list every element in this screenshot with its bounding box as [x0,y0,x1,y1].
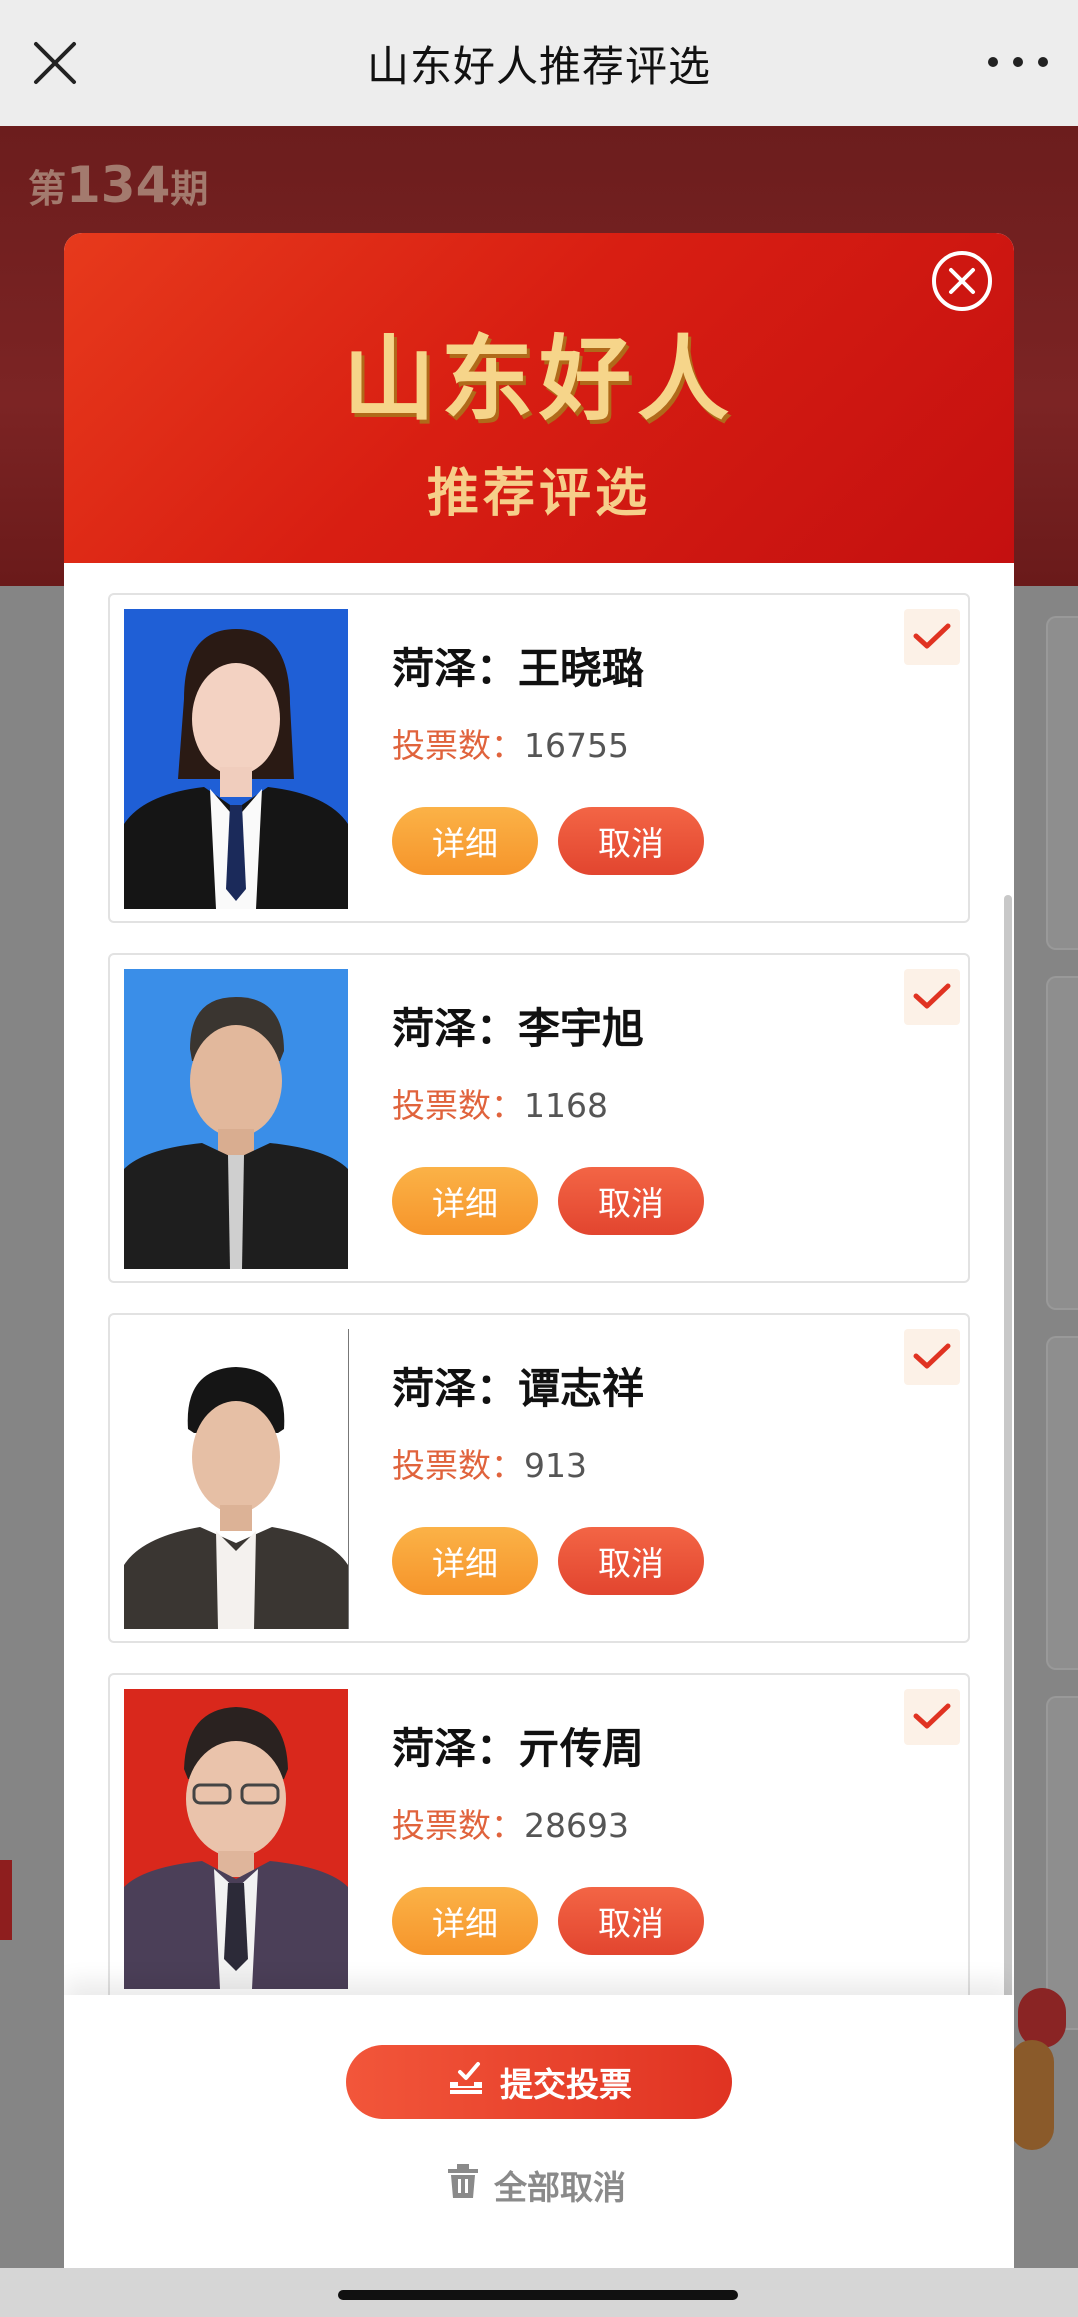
vote-count: 投票数：913 [392,1446,587,1485]
vote-icon [446,2060,486,2104]
scrollbar[interactable] [1004,895,1012,2015]
cancel-button[interactable]: 取消 [558,1887,704,1955]
detail-button[interactable]: 详细 [392,1167,538,1235]
vote-count: 投票数：28693 [392,1806,629,1845]
vote-modal: 山东好人 推荐评选 菏泽：王晓璐 投票数：16755 详细 取消 菏泽：李宇旭 … [64,233,1014,2268]
candidate-name: 菏泽：李宇旭 [392,1004,645,1053]
background-tab [0,1860,12,1940]
modal-footer: 提交投票 全部取消 [64,1995,1014,2268]
more-dots-icon[interactable] [988,40,1048,84]
checkmark-icon[interactable] [904,1329,960,1385]
candidate-card: 菏泽：谭志祥 投票数：913 详细 取消 [108,1313,970,1643]
detail-button[interactable]: 详细 [392,1887,538,1955]
clear-label: 全部取消 [494,2168,626,2207]
checkmark-icon[interactable] [904,609,960,665]
candidate-photo [124,609,348,909]
cancel-button[interactable]: 取消 [558,807,704,875]
submit-vote-button[interactable]: 提交投票 [346,2045,732,2119]
close-icon[interactable] [28,38,84,88]
vote-count: 投票数：16755 [392,726,629,765]
submit-label: 提交投票 [500,2065,632,2104]
candidate-name: 菏泽：亓传周 [392,1724,645,1773]
background-badge [1018,1988,1066,2048]
candidate-card: 菏泽：王晓璐 投票数：16755 详细 取消 [108,593,970,923]
trash-icon [446,2163,480,2207]
modal-subtitle: 推荐评选 [426,464,651,524]
cancel-button[interactable]: 取消 [558,1167,704,1235]
modal-header: 山东好人 推荐评选 [64,233,1014,563]
background-card [1046,1696,1078,2030]
background-card [1046,616,1078,950]
modal-title: 山东好人 [342,325,735,433]
cancel-button[interactable]: 取消 [558,1527,704,1595]
candidate-card: 菏泽：李宇旭 投票数：1168 详细 取消 [108,953,970,1283]
checkmark-icon[interactable] [904,1689,960,1745]
vote-count: 投票数：1168 [392,1086,608,1125]
clear-all-button[interactable]: 全部取消 [446,2155,626,2215]
background-card [1046,976,1078,1310]
background-card [1046,1336,1078,1670]
candidate-list: 菏泽：王晓璐 投票数：16755 详细 取消 菏泽：李宇旭 投票数：1168 详… [64,563,1014,2233]
candidate-photo [124,1689,348,1989]
close-circle-icon[interactable] [930,249,994,313]
detail-button[interactable]: 详细 [392,807,538,875]
candidate-photo [124,1329,349,1629]
background-floating-button [1010,2040,1054,2150]
candidate-name: 菏泽：王晓璐 [392,644,645,693]
issue-label: 第134期 [28,156,209,214]
candidate-photo [124,969,348,1269]
home-indicator[interactable] [338,2290,738,2300]
page-title: 山东好人推荐评选 [366,41,711,91]
checkmark-icon[interactable] [904,969,960,1025]
candidate-name: 菏泽：谭志祥 [392,1364,645,1413]
detail-button[interactable]: 详细 [392,1527,538,1595]
candidate-card: 菏泽：亓传周 投票数：28693 详细 取消 [108,1673,970,2003]
top-navbar: 山东好人推荐评选 [0,0,1078,126]
